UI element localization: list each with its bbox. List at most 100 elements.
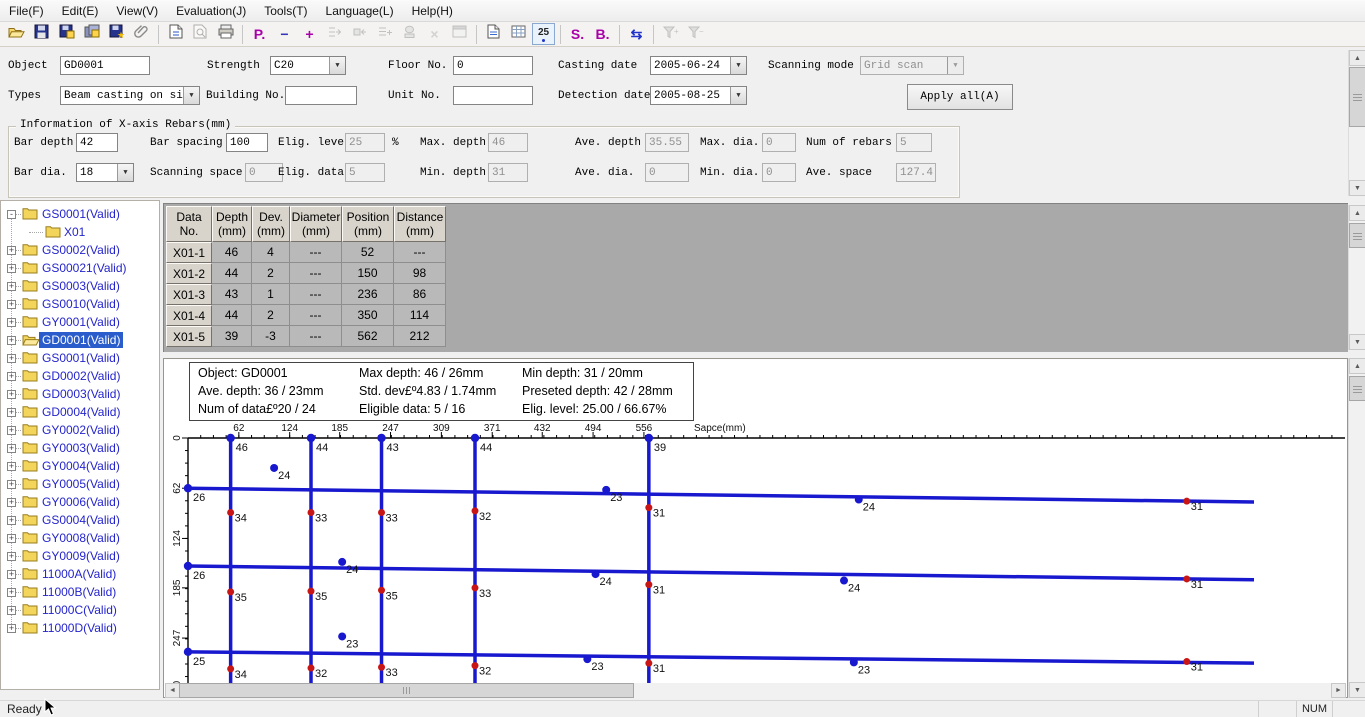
save-button[interactable] — [30, 23, 53, 45]
scroll-down-button[interactable]: ▼ — [1349, 180, 1365, 196]
page-setup-button[interactable] — [164, 23, 187, 45]
expand-icon[interactable]: + — [7, 516, 16, 525]
tree-item-label[interactable]: GY0002(Valid) — [39, 422, 123, 438]
attach-button[interactable] — [130, 23, 153, 45]
tree-item-label[interactable]: GY0004(Valid) — [39, 458, 123, 474]
table-row-header[interactable]: X01-4 — [166, 305, 212, 326]
tree-item-label[interactable]: 11000B(Valid) — [39, 584, 119, 600]
scrollbar-thumb[interactable] — [1349, 223, 1365, 248]
filter-plus-button[interactable]: + — [659, 23, 682, 45]
strength-dropdown-button[interactable]: ▼ — [329, 57, 345, 74]
table-row-header[interactable]: X01-2 — [166, 263, 212, 284]
tree-item-label[interactable]: GY0001(Valid) — [39, 314, 123, 330]
tree-item-label[interactable]: 11000C(Valid) — [39, 602, 120, 618]
min-dia-input[interactable]: 0 — [762, 163, 796, 182]
expand-icon[interactable]: + — [7, 624, 16, 633]
append-row-button[interactable] — [323, 23, 346, 45]
object-input[interactable]: GD0001 — [60, 56, 150, 75]
tree-item-gs0004[interactable]: + GS0004(Valid) — [1, 511, 159, 529]
expand-icon[interactable]: + — [7, 372, 16, 381]
unit-input[interactable] — [453, 86, 533, 105]
bar-dia-dropdown-button[interactable]: ▼ — [117, 164, 133, 181]
tree-item-gs0002[interactable]: +GS0002(Valid) — [1, 241, 159, 259]
tree-item-gd0004[interactable]: +GD0004(Valid) — [1, 403, 159, 421]
menu-language[interactable]: Language(L) — [317, 1, 403, 21]
tree-item-gs0001[interactable]: -GS0001(Valid) — [1, 205, 159, 223]
menu-edit[interactable]: Edit(E) — [53, 1, 108, 21]
scroll-up-button[interactable]: ▲ — [1349, 205, 1365, 221]
floor-input[interactable]: 0 — [453, 56, 533, 75]
remove-point-button[interactable]: − — [273, 23, 296, 45]
tree-item-gd0002[interactable]: +GD0002(Valid) — [1, 367, 159, 385]
save-all-button[interactable] — [80, 23, 103, 45]
chart-horizontal-scrollbar[interactable]: ◄► — [165, 683, 1346, 698]
save-as-button[interactable] — [55, 23, 78, 45]
expand-icon[interactable]: + — [7, 462, 16, 471]
chart-vertical-scrollbar[interactable]: ▲▼ — [1348, 358, 1365, 698]
ave-space-input[interactable]: 127.4 — [896, 163, 936, 182]
delete-button[interactable]: × — [423, 23, 446, 45]
strength-combo[interactable]: C20▼ — [270, 56, 346, 75]
scanning-mode-dropdown-button[interactable]: ▼ — [947, 57, 963, 74]
tree-item-label[interactable]: GS00021(Valid) — [39, 260, 130, 276]
table-row-header[interactable]: X01-3 — [166, 284, 212, 305]
elig-data-input[interactable]: 5 — [345, 163, 385, 182]
expand-icon[interactable]: + — [7, 336, 16, 345]
min-depth-input[interactable]: 31 — [488, 163, 528, 182]
filter-minus-button[interactable]: − — [684, 23, 707, 45]
tree-item-gy0008[interactable]: +GY0008(Valid) — [1, 529, 159, 547]
add-row-button[interactable] — [373, 23, 396, 45]
tree-item-gs0003[interactable]: +GS0003(Valid) — [1, 277, 159, 295]
ave-depth-input[interactable]: 35.55 — [645, 133, 689, 152]
bar-dia-combo[interactable]: 18▼ — [76, 163, 134, 182]
insert-row-button[interactable] — [348, 23, 371, 45]
tree-item-gy0005[interactable]: +GY0005(Valid) — [1, 475, 159, 493]
properties-button[interactable] — [448, 23, 471, 45]
tree-item-gy0003[interactable]: + GY0003(Valid) — [1, 439, 159, 457]
add-point-button[interactable]: + — [298, 23, 321, 45]
s-scan-button[interactable]: S. — [566, 23, 589, 45]
tree-item-label[interactable]: 11000A(Valid) — [39, 566, 119, 582]
detection-combo[interactable]: 2005-08-25▼ — [650, 86, 747, 105]
scroll-up-button[interactable]: ▲ — [1349, 358, 1365, 374]
tree-item-11000c[interactable]: +11000C(Valid) — [1, 601, 159, 619]
tree-item-gs00021[interactable]: +GS00021(Valid) — [1, 259, 159, 277]
form-vertical-scrollbar[interactable]: ▲▼ — [1348, 50, 1365, 196]
scroll-right-button[interactable]: ► — [1331, 683, 1346, 698]
expand-icon[interactable]: + — [7, 408, 16, 417]
swap-axis-button[interactable]: ⇆ — [625, 23, 648, 45]
bar-depth-input[interactable]: 42 — [76, 133, 118, 152]
save-report-button[interactable]: ★ — [105, 23, 128, 45]
menu-evaluation[interactable]: Evaluation(J) — [167, 1, 255, 21]
tree-item-label[interactable]: GD0003(Valid) — [39, 386, 123, 402]
num-rebars-input[interactable]: 5 — [896, 133, 932, 152]
casting-combo[interactable]: 2005-06-24▼ — [650, 56, 747, 75]
types-combo[interactable]: Beam casting on site▼ — [60, 86, 200, 105]
report-view-button[interactable] — [482, 23, 505, 45]
detection-dropdown-button[interactable]: ▼ — [730, 87, 746, 104]
menu-tools[interactable]: Tools(T) — [255, 1, 316, 21]
print-button[interactable] — [214, 23, 237, 45]
open-button[interactable] — [5, 23, 28, 45]
tree-item-label[interactable]: GY0006(Valid) — [39, 494, 123, 510]
tree-item-label[interactable]: GY0008(Valid) — [39, 530, 123, 546]
casting-dropdown-button[interactable]: ▼ — [730, 57, 746, 74]
tree-item-gs0001[interactable]: +GS0001(Valid) — [1, 349, 159, 367]
building-input[interactable] — [285, 86, 357, 105]
tree-item-label[interactable]: GS0004(Valid) — [39, 512, 123, 528]
tree-item-label[interactable]: GS0001(Valid) — [39, 206, 123, 222]
scanning-mode-combo[interactable]: Grid scan▼ — [860, 56, 964, 75]
expand-icon[interactable]: + — [7, 282, 16, 291]
expand-icon[interactable]: + — [7, 480, 16, 489]
print-preview-button[interactable] — [189, 23, 212, 45]
expand-icon[interactable]: + — [7, 606, 16, 615]
tree-item-label[interactable]: GY0003(Valid) — [39, 440, 123, 456]
upload-button[interactable] — [398, 23, 421, 45]
tree-item-11000d[interactable]: +11000D(Valid) — [1, 619, 159, 637]
tree-item-gy0006[interactable]: +GY0006(Valid) — [1, 493, 159, 511]
expand-icon[interactable]: + — [7, 570, 16, 579]
expand-icon[interactable]: + — [7, 444, 16, 453]
scan-object-tree[interactable]: -GS0001(Valid)X01+GS0002(Valid)+GS00021(… — [0, 200, 160, 690]
max-dia-input[interactable]: 0 — [762, 133, 796, 152]
tree-item-gs0010[interactable]: +GS0010(Valid) — [1, 295, 159, 313]
